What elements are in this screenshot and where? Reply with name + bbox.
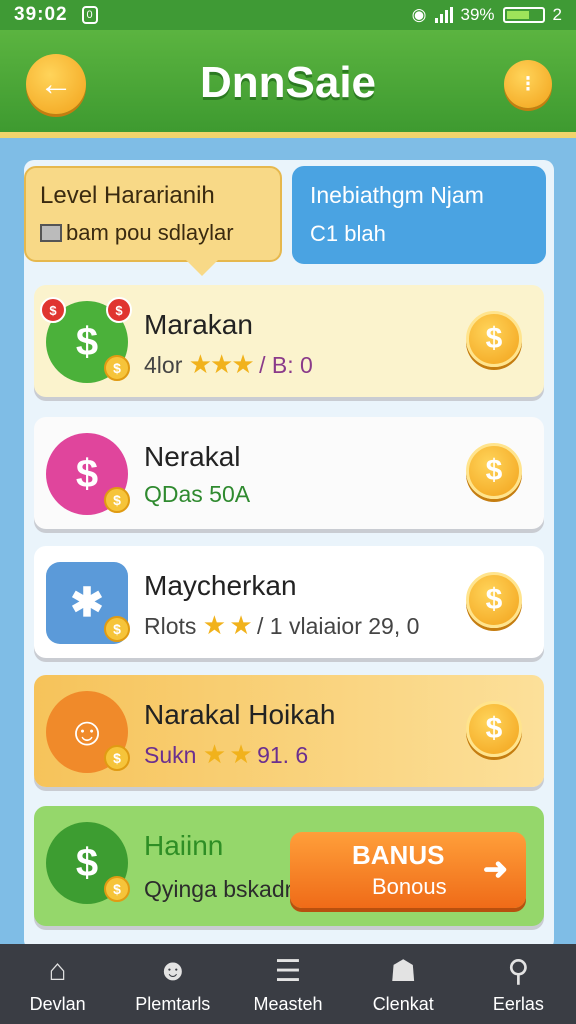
bonus-sub: Bonous (372, 874, 447, 899)
home-icon: ⌂ (48, 953, 67, 987)
list-item[interactable]: ✱ $ Maycherkan Rlots ★ ★ / 1 vlaiaior 29,… (34, 546, 544, 658)
list-item-subtitle: Sukn ★ ★ 91. 6 (144, 739, 308, 770)
list-item-subtitle: 4lor ★★★ / B: 0 (144, 349, 313, 380)
sub-prefix: Sukn (144, 742, 197, 768)
list-item[interactable]: $ $ $ $ Marakan 4lor ★★★ / B: 0 $ (34, 285, 544, 397)
list-item[interactable]: $ $ Haiinn Qyinga bskadratanh BANUS Bonou… (34, 806, 544, 926)
star-rating: ★ ★ (202, 610, 253, 640)
tab-other[interactable]: Inebiathgm Njam C1 blah (292, 166, 546, 264)
clock-calc-icon: ✱ $ (46, 562, 130, 644)
list-item[interactable]: $ $ Nerakal QDas 50A $ (34, 417, 544, 529)
list-icon: ☰ (274, 954, 302, 988)
list-item-title: Maycherkan (144, 570, 297, 601)
coin-icon: $ (104, 876, 130, 902)
person-settings-icon: ☗ (389, 954, 417, 988)
sub-prefix: Rlots (144, 613, 197, 639)
nav-label: Clenkat (372, 993, 434, 1014)
chart-icon (40, 224, 62, 242)
sub-prefix: 4lor (144, 352, 183, 378)
tab-other-subtitle: C1 blah (310, 221, 386, 246)
sub-suffix: / B: 0 (259, 352, 313, 378)
badge-icon: $ (106, 297, 132, 323)
status-right: ◉ 39% 2 (412, 5, 562, 25)
people-chat-icon: ☻ (157, 953, 189, 987)
money-bag-icon: $ $ (46, 822, 130, 904)
wifi-icon: ◉ (411, 5, 427, 24)
star-rating: ★★★ (188, 349, 255, 379)
nav-label: Measteh (253, 993, 323, 1014)
nav-label: Devlan (29, 993, 86, 1014)
tab-level-subtitle-row: bam pou sdlaylar (40, 220, 266, 246)
battery-percent: 39% (460, 5, 495, 24)
sub-suffix: / 1 vlaiaior 29, 0 (257, 613, 420, 639)
sub-suffix: 91. 6 (257, 742, 309, 768)
list-item-subtitle: Rlots ★ ★ / 1 vlaiaior 29, 0 (144, 610, 419, 641)
dollar-coin-button[interactable]: $ (466, 701, 522, 757)
nav-item-eerlas[interactable]: ⚲ Eerlas (461, 944, 576, 1024)
star-rating: ★ ★ (202, 739, 253, 769)
list-item-title: Haiinn (144, 830, 224, 861)
bonus-label: BANUS (352, 840, 445, 870)
dollar-coin-button[interactable]: $ (466, 443, 522, 499)
signal-icon (434, 7, 453, 23)
dots-icon: ⁝ (524, 71, 532, 96)
tab-other-title: Inebiathgm Njam (310, 182, 484, 208)
coin-icon: $ (104, 616, 130, 642)
nav-item-clenkat[interactable]: ☗ Clenkat (346, 944, 461, 1024)
nav-label: Eerlas (492, 993, 544, 1014)
tab-level[interactable]: Level Hararianih bam pou sdlaylar (24, 166, 282, 276)
list-item-title: Narakal Hoikah (144, 699, 336, 730)
list-item-title: Marakan (144, 309, 253, 340)
bottom-nav: ⌂ Devlan ☻ Plemtarls ☰ Measteh ☗ Clenkat… (0, 944, 576, 1024)
battery-icon (502, 7, 545, 23)
status-time: 39:02 (14, 4, 68, 25)
tab-level-subtitle: bam pou sdlaylar (66, 220, 234, 245)
dollar-coin-button[interactable]: $ (466, 311, 522, 367)
nav-label: Plemtarls (135, 993, 211, 1014)
menu-button[interactable]: ⁝ (504, 60, 552, 108)
dollar-bubble-icon: $ $ (46, 433, 130, 515)
status-bar: 39:02 0 ◉ 39% 2 (0, 0, 576, 30)
app-header: ← DnnSaie ⁝ (0, 30, 576, 138)
coin-icon: $ (104, 355, 130, 381)
search-icon: ⚲ (507, 954, 530, 988)
arrow-right-icon: ➜ (482, 853, 508, 886)
dollar-coin-button[interactable]: $ (466, 572, 522, 628)
bonus-button[interactable]: BANUS Bonous ➜ (290, 832, 526, 908)
lion-gear-icon: ☺ $ (46, 691, 130, 773)
page-title: DnnSaie (199, 58, 377, 107)
coin-icon: $ (104, 487, 130, 513)
nav-item-plemtarls[interactable]: ☻ Plemtarls (115, 944, 230, 1024)
list-item-subtitle: QDas 50A (144, 481, 251, 507)
status-extra: 2 (552, 5, 562, 24)
nav-item-measteh[interactable]: ☰ Measteh (230, 944, 345, 1024)
coin-icon: $ (104, 745, 130, 771)
list-item-title: Nerakal (144, 441, 241, 472)
list-item[interactable]: ☺ $ Narakal Hoikah Sukn ★ ★ 91. 6 $ (34, 675, 544, 787)
tab-level-title: Level Hararianih (40, 182, 215, 209)
badge-icon: $ (40, 297, 66, 323)
notification-icon: 0 (81, 6, 98, 24)
nav-item-devlan[interactable]: ⌂ Devlan (0, 944, 115, 1024)
